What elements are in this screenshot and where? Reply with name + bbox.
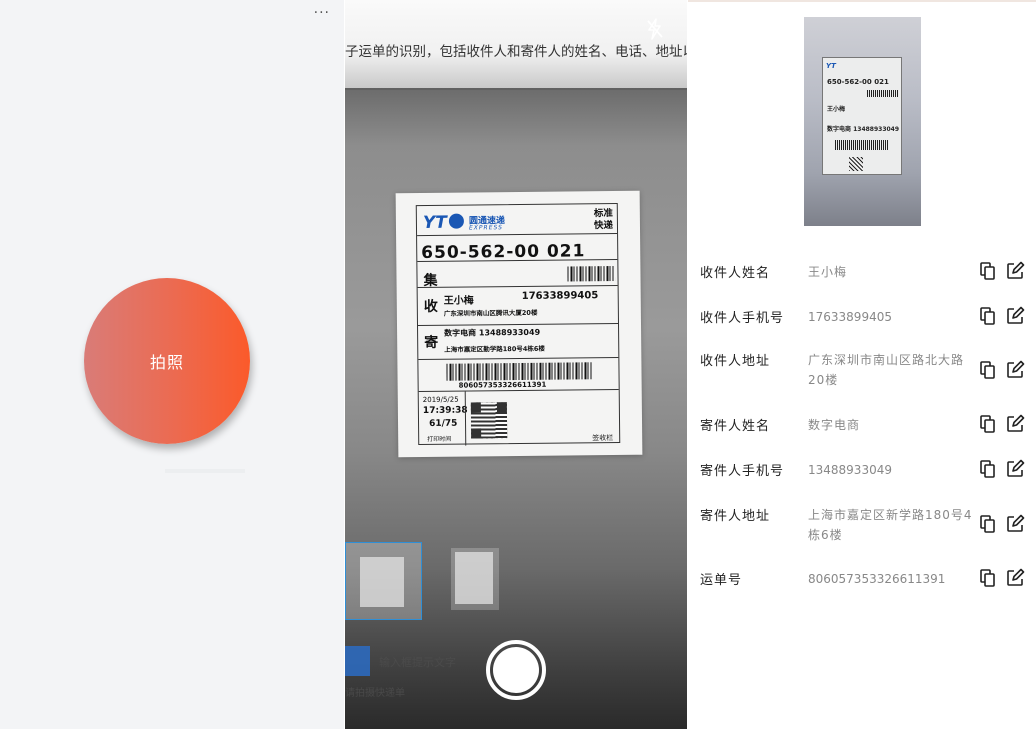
hint-placeholder xyxy=(165,469,245,473)
label-receiver-name: 王小梅 xyxy=(443,295,474,307)
field-value: 13488933049 xyxy=(808,463,892,477)
copy-icon[interactable] xyxy=(980,262,996,280)
sender-mark: 寄 xyxy=(424,334,439,351)
label-sender-address: 上海市嘉定区勤学路180号4栋6楼 xyxy=(444,344,545,354)
background-blue-button xyxy=(345,646,370,676)
document-edge xyxy=(345,88,687,90)
field-sender-name: 寄件人姓名 数字电商 xyxy=(700,414,1030,439)
recent-thumbnail-1[interactable] xyxy=(345,542,422,620)
edit-icon[interactable] xyxy=(1006,360,1025,379)
copy-icon[interactable] xyxy=(980,515,996,533)
print-time: 17:39:38 xyxy=(422,405,468,417)
preview-qr xyxy=(849,157,863,171)
field-label: 寄件人姓名 xyxy=(700,419,771,434)
field-recipient-phone: 收件人手机号 17633899405 xyxy=(700,306,1030,331)
recognition-result-panel: YT 650-562-00 021 王小梅 数字电商 13488933049 收… xyxy=(688,0,1036,729)
service-type: 标准 快递 xyxy=(593,208,614,232)
yto-logo-mark xyxy=(448,213,464,229)
preview-small-barcode xyxy=(867,90,899,97)
recent-thumbnail-2[interactable] xyxy=(451,548,499,610)
shutter-button[interactable] xyxy=(486,640,546,700)
preview-code: 650-562-00 021 xyxy=(827,78,889,86)
thumbnail-content xyxy=(360,557,404,607)
brand-en: EXPRESS xyxy=(468,224,503,232)
take-photo-button[interactable]: 拍照 xyxy=(84,278,250,444)
field-label: 收件人地址 xyxy=(700,354,771,369)
flash-off-icon[interactable] xyxy=(645,18,665,40)
preview-label: YT 650-562-00 021 王小梅 数字电商 13488933049 xyxy=(822,57,902,175)
sign-label: 签收栏 xyxy=(592,434,614,443)
field-sender-phone: 寄件人手机号 13488933049 xyxy=(700,459,1030,484)
field-value: 806057353326611391 xyxy=(808,572,946,586)
thumbnail-content xyxy=(455,552,493,604)
field-label: 运单号 xyxy=(700,573,743,588)
preview-receiver: 王小梅 xyxy=(827,106,846,113)
shipping-label-photo: YT 圆通速递 EXPRESS 标准 快递 650-562-00 021 集 收… xyxy=(395,190,643,458)
field-value: 广东深圳市南山区路北大路20楼 xyxy=(808,353,965,387)
copy-icon[interactable] xyxy=(980,415,996,433)
preview-logo: YT xyxy=(826,62,836,70)
edit-icon[interactable] xyxy=(1006,414,1025,433)
background-document-text: 子运单的识别，包括收件人和寄件人的姓名、电话、地址以及 xyxy=(345,44,687,60)
capture-start-panel: ··· 拍照 xyxy=(0,0,344,729)
print-date: 2019/5/25 xyxy=(422,395,459,405)
print-label: 打印时间 xyxy=(427,435,452,443)
app-root: ··· 拍照 子运单的识别，包括收件人和寄件人的姓名、电话、地址以及 YT 圆通… xyxy=(0,0,1036,729)
field-value: 数字电商 xyxy=(808,418,861,432)
yto-logo: YT xyxy=(422,212,447,233)
camera-viewfinder-panel: 子运单的识别，包括收件人和寄件人的姓名、电话、地址以及 YT 圆通速递 EXPR… xyxy=(345,0,687,729)
edit-icon[interactable] xyxy=(1006,306,1025,325)
label-receiver-phone: 17633899405 xyxy=(521,290,599,302)
field-recipient-name: 收件人姓名 王小梅 xyxy=(700,261,1030,286)
package-count: 61/75 xyxy=(428,418,458,429)
label-receiver-address: 广东深圳市南山区腾讯大厦20楼 xyxy=(443,308,538,318)
copy-icon[interactable] xyxy=(980,569,996,587)
qr-code xyxy=(470,402,508,439)
field-value: 17633899405 xyxy=(808,310,892,324)
preview-barcode xyxy=(835,140,889,150)
small-barcode xyxy=(567,265,616,282)
edit-icon[interactable] xyxy=(1006,568,1025,587)
background-text-2: 请拍摄快递单 xyxy=(345,688,405,699)
copy-icon[interactable] xyxy=(980,307,996,325)
top-divider xyxy=(688,0,1036,2)
field-recipient-address: 收件人地址 广东深圳市南山区路北大路20楼 xyxy=(700,350,1030,394)
field-label: 收件人姓名 xyxy=(700,266,771,281)
edit-icon[interactable] xyxy=(1006,261,1025,280)
field-value: 王小梅 xyxy=(808,265,848,279)
captured-photo-preview[interactable]: YT 650-562-00 021 王小梅 数字电商 13488933049 xyxy=(804,17,921,226)
field-label: 收件人手机号 xyxy=(700,311,785,326)
copy-icon[interactable] xyxy=(980,460,996,478)
field-sender-address: 寄件人地址 上海市嘉定区新学路180号4栋6楼 xyxy=(700,505,1030,549)
background-text-1: 输入框提示文字 xyxy=(379,656,456,669)
more-menu-icon[interactable]: ··· xyxy=(314,6,330,20)
field-label: 寄件人手机号 xyxy=(700,464,785,479)
copy-icon[interactable] xyxy=(980,361,996,379)
shipping-label: YT 圆通速递 EXPRESS 标准 快递 650-562-00 021 集 收… xyxy=(415,202,621,446)
barcode-row xyxy=(418,357,619,393)
label-sender-name-phone: 数字电商 13488933049 xyxy=(444,327,541,338)
field-label: 寄件人地址 xyxy=(700,509,771,524)
preview-sender: 数字电商 13488933049 xyxy=(827,126,900,133)
edit-icon[interactable] xyxy=(1006,459,1025,478)
date-divider xyxy=(464,391,467,446)
shutter-inner xyxy=(493,647,539,693)
edit-icon[interactable] xyxy=(1006,514,1025,533)
field-value: 上海市嘉定区新学路180号4栋6楼 xyxy=(808,508,973,542)
field-waybill-number: 运单号 806057353326611391 xyxy=(700,568,1030,593)
receiver-mark: 收 xyxy=(423,298,438,315)
